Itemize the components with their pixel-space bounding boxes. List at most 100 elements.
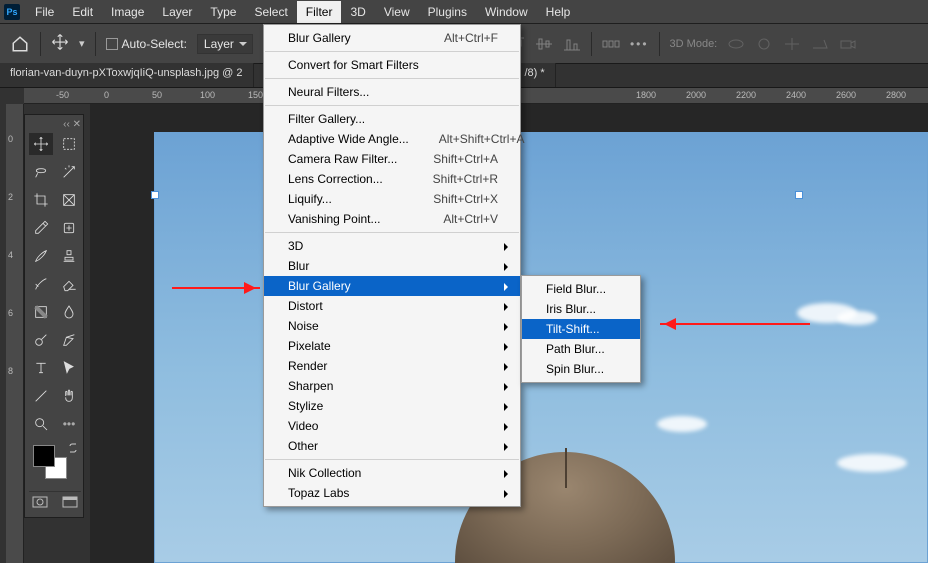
menu-item[interactable]: Liquify...Shift+Ctrl+X bbox=[264, 189, 520, 209]
camera-icon[interactable] bbox=[839, 37, 857, 51]
submenu-item-tilt-shift[interactable]: Tilt-Shift... bbox=[522, 319, 640, 339]
foreground-color[interactable] bbox=[33, 445, 55, 467]
distribute-icon[interactable] bbox=[602, 37, 620, 51]
menu-window[interactable]: Window bbox=[476, 1, 537, 23]
path-select-tool-icon[interactable] bbox=[57, 357, 81, 379]
color-swatches[interactable] bbox=[29, 445, 81, 483]
menu-item-pixelate[interactable]: Pixelate bbox=[264, 336, 520, 356]
menu-item[interactable]: Adaptive Wide Angle...Alt+Shift+Ctrl+A bbox=[264, 129, 520, 149]
menu-type[interactable]: Type bbox=[201, 1, 245, 23]
document-tab[interactable]: florian-van-duyn-pXToxwjqIiQ-unsplash.jp… bbox=[0, 63, 254, 87]
transform-handle[interactable] bbox=[795, 191, 803, 199]
menu-item-blur-gallery[interactable]: Blur Gallery bbox=[264, 276, 520, 296]
ruler-tick: 50 bbox=[152, 90, 162, 100]
mode-3d-label: 3D Mode: bbox=[670, 38, 718, 50]
menu-layer[interactable]: Layer bbox=[153, 1, 201, 23]
edit-toolbar-icon[interactable]: ••• bbox=[57, 413, 81, 435]
pen-tool-icon[interactable] bbox=[57, 329, 81, 351]
app-logo: Ps bbox=[4, 4, 20, 20]
hand-tool-icon[interactable] bbox=[57, 385, 81, 407]
ruler-tick: 0 bbox=[104, 90, 109, 100]
crop-tool-icon[interactable] bbox=[29, 189, 53, 211]
menu-plugins[interactable]: Plugins bbox=[419, 1, 476, 23]
line-tool-icon[interactable] bbox=[29, 385, 53, 407]
zoom-tool-icon[interactable] bbox=[29, 413, 53, 435]
slide-icon[interactable] bbox=[811, 37, 829, 51]
marquee-tool-icon[interactable] bbox=[57, 133, 81, 155]
menu-filter[interactable]: Filter bbox=[297, 1, 342, 23]
align-vcenter-icon[interactable] bbox=[535, 37, 553, 51]
menubar: Ps File Edit Image Layer Type Select Fil… bbox=[0, 0, 928, 24]
eraser-tool-icon[interactable] bbox=[57, 273, 81, 295]
menu-item-neural-filters[interactable]: Neural Filters... bbox=[264, 82, 520, 102]
roll-icon[interactable] bbox=[755, 37, 773, 51]
stamp-tool-icon[interactable] bbox=[57, 245, 81, 267]
menu-3d[interactable]: 3D bbox=[341, 1, 374, 23]
menu-file[interactable]: File bbox=[26, 1, 63, 23]
menu-select[interactable]: Select bbox=[245, 1, 296, 23]
ruler-vertical[interactable]: 02468 bbox=[6, 104, 24, 563]
menu-item-video[interactable]: Video bbox=[264, 416, 520, 436]
menu-item[interactable]: Filter Gallery... bbox=[264, 109, 520, 129]
menu-view[interactable]: View bbox=[375, 1, 419, 23]
blur-tool-icon[interactable] bbox=[57, 301, 81, 323]
pan-icon[interactable] bbox=[783, 37, 801, 51]
ruler-tick: 2800 bbox=[886, 90, 906, 100]
eyedropper-tool-icon[interactable] bbox=[29, 217, 53, 239]
tools-panel: ‹‹ ✕ ••• bbox=[24, 114, 84, 518]
annotation-arrow bbox=[172, 287, 260, 289]
heal-tool-icon[interactable] bbox=[57, 217, 81, 239]
menu-item-other[interactable]: Other bbox=[264, 436, 520, 456]
dodge-tool-icon[interactable] bbox=[29, 329, 53, 351]
ruler-tick: 2400 bbox=[786, 90, 806, 100]
brush-tool-icon[interactable] bbox=[29, 245, 53, 267]
home-icon[interactable] bbox=[10, 34, 30, 54]
submenu-item-path-blur[interactable]: Path Blur... bbox=[522, 339, 640, 359]
history-brush-tool-icon[interactable] bbox=[29, 273, 53, 295]
tools-collapse-icon[interactable]: ‹‹ ✕ bbox=[29, 119, 81, 129]
divider bbox=[659, 32, 660, 56]
submenu-item-field-blur[interactable]: Field Blur... bbox=[522, 279, 640, 299]
align-bottom-icon[interactable] bbox=[563, 37, 581, 51]
menu-item[interactable]: Camera Raw Filter...Shift+Ctrl+A bbox=[264, 149, 520, 169]
frame-tool-icon[interactable] bbox=[57, 189, 81, 211]
move-tool-icon[interactable] bbox=[29, 133, 53, 155]
menu-item-distort[interactable]: Distort bbox=[264, 296, 520, 316]
menu-item-nik-collection[interactable]: Nik Collection bbox=[264, 463, 520, 483]
wand-tool-icon[interactable] bbox=[57, 161, 81, 183]
annotation-arrow bbox=[660, 323, 810, 325]
move-tool-icon[interactable] bbox=[51, 33, 69, 54]
menu-help[interactable]: Help bbox=[537, 1, 580, 23]
menu-item-render[interactable]: Render bbox=[264, 356, 520, 376]
divider bbox=[591, 32, 592, 56]
quickmask-icon[interactable] bbox=[32, 496, 48, 511]
menu-item-smart-filters[interactable]: Convert for Smart Filters bbox=[264, 55, 520, 75]
menu-item-topaz-labs[interactable]: Topaz Labs bbox=[264, 483, 520, 503]
auto-select-target-dropdown[interactable]: Layer bbox=[197, 34, 253, 54]
gradient-tool-icon[interactable] bbox=[29, 301, 53, 323]
more-icon[interactable]: ••• bbox=[630, 37, 649, 51]
lasso-tool-icon[interactable] bbox=[29, 161, 53, 183]
submenu-item-spin-blur[interactable]: Spin Blur... bbox=[522, 359, 640, 379]
ruler-tick: 1800 bbox=[636, 90, 656, 100]
ruler-tick: 6 bbox=[8, 308, 13, 318]
ruler-tick: 2600 bbox=[836, 90, 856, 100]
auto-select-checkbox[interactable]: Auto-Select: bbox=[106, 37, 187, 51]
menu-item-stylize[interactable]: Stylize bbox=[264, 396, 520, 416]
type-tool-icon[interactable] bbox=[29, 357, 53, 379]
menu-item-3d[interactable]: 3D bbox=[264, 236, 520, 256]
menu-item[interactable]: Vanishing Point...Alt+Ctrl+V bbox=[264, 209, 520, 229]
menu-edit[interactable]: Edit bbox=[63, 1, 102, 23]
menu-image[interactable]: Image bbox=[102, 1, 153, 23]
orbit-icon[interactable] bbox=[727, 37, 745, 51]
transform-handle[interactable] bbox=[151, 191, 159, 199]
ruler-tick: 2000 bbox=[686, 90, 706, 100]
menu-item-last-filter[interactable]: Blur GalleryAlt+Ctrl+F bbox=[264, 28, 520, 48]
submenu-item-iris-blur[interactable]: Iris Blur... bbox=[522, 299, 640, 319]
swap-colors-icon[interactable] bbox=[69, 443, 79, 453]
screenmode-icon[interactable] bbox=[62, 496, 78, 511]
menu-item-sharpen[interactable]: Sharpen bbox=[264, 376, 520, 396]
menu-item-noise[interactable]: Noise bbox=[264, 316, 520, 336]
menu-item[interactable]: Lens Correction...Shift+Ctrl+R bbox=[264, 169, 520, 189]
menu-item-blur[interactable]: Blur bbox=[264, 256, 520, 276]
